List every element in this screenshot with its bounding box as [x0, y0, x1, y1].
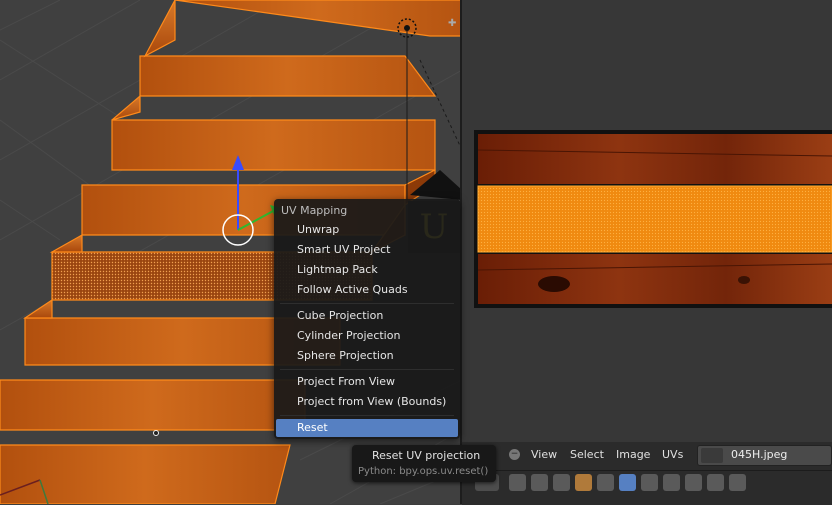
image-name[interactable]: 045H.jpeg [731, 448, 787, 461]
menu-image[interactable]: Image [616, 448, 650, 461]
scene-icon[interactable] [553, 474, 570, 491]
menu-view[interactable]: View [531, 448, 557, 461]
menu-title: UV Mapping [281, 204, 348, 217]
uv-image-texture[interactable] [474, 130, 832, 308]
menu-select[interactable]: Select [570, 448, 604, 461]
menu-item-reset[interactable]: Reset [276, 419, 458, 437]
constraints-icon[interactable] [597, 474, 614, 491]
tooltip-python: Python: bpy.ops.uv.reset() [358, 466, 489, 477]
menu-item-unwrap[interactable]: Unwrap [276, 221, 458, 239]
menu-item-cube-projection[interactable]: Cube Projection [276, 307, 458, 325]
area-corner-plus-icon[interactable]: ✚ [448, 18, 456, 29]
particles-icon[interactable] [707, 474, 724, 491]
menu-item-project-from-view-bounds[interactable]: Project from View (Bounds) [276, 393, 458, 411]
texture-icon[interactable] [685, 474, 702, 491]
menu-item-smart-uv-project[interactable]: Smart UV Project [276, 241, 458, 259]
render-icon[interactable] [509, 474, 526, 491]
modifiers-wrench-icon[interactable] [619, 474, 636, 491]
menu-separator [280, 415, 454, 416]
physics-icon[interactable] [729, 474, 746, 491]
menu-item-project-from-view[interactable]: Project From View [276, 373, 458, 391]
menu-item-cylinder-projection[interactable]: Cylinder Projection [276, 327, 458, 345]
material-icon[interactable] [663, 474, 680, 491]
tooltip: Reset UV projection Python: bpy.ops.uv.r… [352, 445, 496, 482]
menu-uvs[interactable]: UVs [662, 448, 683, 461]
image-browse-icon[interactable] [701, 448, 723, 463]
object-icon[interactable] [575, 474, 592, 491]
render-layers-icon[interactable] [531, 474, 548, 491]
menu-separator [280, 303, 454, 304]
menu-item-follow-active-quads[interactable]: Follow Active Quads [276, 281, 458, 299]
tooltip-title: Reset UV projection [372, 449, 481, 462]
data-icon[interactable] [641, 474, 658, 491]
collapse-menu-icon[interactable]: − [509, 449, 520, 460]
uv-mapping-menu: UV Mapping Unwrap Smart UV Project Light… [274, 199, 460, 439]
menu-item-sphere-projection[interactable]: Sphere Projection [276, 347, 458, 365]
menu-item-lightmap-pack[interactable]: Lightmap Pack [276, 261, 458, 279]
menu-separator [280, 369, 454, 370]
